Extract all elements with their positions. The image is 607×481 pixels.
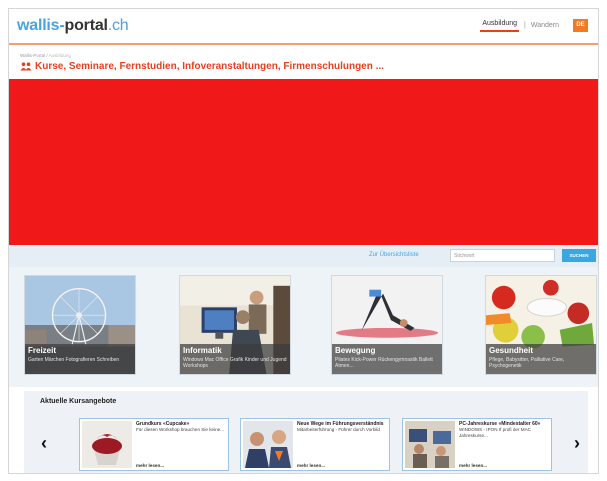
tile-title: Bewegung bbox=[335, 346, 376, 355]
tile-caption: Freizeit Garten Märchen Fotografieren Sc… bbox=[25, 344, 135, 374]
tile-title: Gesundheit bbox=[489, 346, 534, 355]
site-logo[interactable]: wallis-portal.ch bbox=[17, 17, 129, 35]
top-nav: Ausbildung | Wandern DE bbox=[480, 18, 588, 32]
tile-subtitle: Garten Märchen Fotografieren Schreiben bbox=[28, 357, 120, 363]
course-description: WINDOWS - IPON If profi der MAC Jahresku… bbox=[459, 427, 531, 438]
people-icon bbox=[20, 62, 32, 71]
course-text: Neue Wege im Führungsverständnis Mitarbe… bbox=[297, 421, 387, 433]
page-title: Kurse, Seminare, Fernstudien, Infoverans… bbox=[20, 61, 384, 72]
course-text: Grundkurs «Cupcake» Für diesen Workshop … bbox=[136, 421, 226, 433]
read-more-link[interactable]: mehr lesen... bbox=[136, 463, 164, 468]
logo-part-domain: .ch bbox=[107, 17, 129, 34]
cupcake-thumbnail-icon bbox=[82, 421, 132, 468]
read-more-link[interactable]: mehr lesen... bbox=[297, 463, 325, 468]
category-tiles: Freizeit Garten Märchen Fotografieren Sc… bbox=[9, 267, 598, 387]
category-tile-freizeit[interactable]: Freizeit Garten Märchen Fotografieren Sc… bbox=[24, 275, 136, 375]
nav-separator: | bbox=[524, 21, 526, 29]
nav-item-ausbildung[interactable]: Ausbildung bbox=[480, 18, 520, 32]
tile-caption: Bewegung Pilates Kick-Power Rückengymnas… bbox=[332, 344, 442, 374]
category-tile-informatik[interactable]: Informatik Windows Mac Office Grafik Kin… bbox=[179, 275, 291, 375]
tile-caption: Informatik Windows Mac Office Grafik Kin… bbox=[180, 344, 290, 374]
tile-subtitle: Pflege, Babysitter, Palliative Care, Psy… bbox=[489, 357, 565, 369]
carousel-next-button[interactable]: › bbox=[574, 434, 580, 452]
logo-part-wallis: wallis- bbox=[17, 17, 65, 34]
business-people-thumbnail-icon bbox=[243, 421, 293, 468]
category-tile-bewegung[interactable]: Bewegung Pilates Kick-Power Rückengymnas… bbox=[331, 275, 443, 375]
language-button[interactable]: DE bbox=[573, 18, 588, 32]
course-card-pc-jahreskurse[interactable]: PC-Jahreskurse «Mindestalter 60» WINDOWS… bbox=[402, 418, 552, 471]
tile-subtitle: Pilates Kick-Power Rückengymnastik Balle… bbox=[335, 357, 433, 369]
logo-part-portal: portal bbox=[64, 17, 108, 34]
page-title-text: Kurse, Seminare, Fernstudien, Infoverans… bbox=[35, 61, 384, 72]
course-description: Mitarbeiterführung - Führer durch Vorbil… bbox=[297, 427, 380, 432]
breadcrumb-home[interactable]: Wallis-Portal bbox=[20, 53, 45, 58]
header-divider bbox=[9, 43, 598, 45]
course-card-cupcake[interactable]: Grundkurs «Cupcake» Für diesen Workshop … bbox=[79, 418, 229, 471]
course-section-heading: Aktuelle Kursangebote bbox=[40, 398, 117, 405]
overview-list-link[interactable]: Zur Übersichtsliste bbox=[369, 252, 419, 258]
breadcrumb-current: Ausbildung bbox=[48, 53, 71, 58]
category-tile-gesundheit[interactable]: Gesundheit Pflege, Babysitter, Palliativ… bbox=[485, 275, 597, 375]
read-more-link[interactable]: mehr lesen... bbox=[459, 463, 487, 468]
search-input[interactable] bbox=[450, 249, 555, 262]
carousel-prev-button[interactable]: ‹ bbox=[41, 434, 47, 452]
hero-banner bbox=[9, 79, 598, 245]
tile-title: Freizeit bbox=[28, 346, 57, 355]
search-bar: Zur Übersichtsliste SUCHEN bbox=[9, 245, 598, 267]
site-header: wallis-portal.ch Ausbildung | Wandern DE bbox=[9, 9, 598, 45]
tile-subtitle: Windows Mac Office Grafik Kinder und Jug… bbox=[183, 357, 287, 369]
course-carousel: Aktuelle Kursangebote ‹ › Grundkurs «Cup… bbox=[24, 391, 588, 473]
breadcrumb: Wallis-Portal / Ausbildung bbox=[20, 53, 71, 58]
page: wallis-portal.ch Ausbildung | Wandern DE… bbox=[8, 8, 599, 474]
course-card-fuehrung[interactable]: Neue Wege im Führungsverständnis Mitarbe… bbox=[240, 418, 390, 471]
nav-item-wandern[interactable]: Wandern bbox=[531, 22, 559, 29]
tile-title: Informatik bbox=[183, 346, 222, 355]
course-description: Für diesen Workshop brauchen Sie keine..… bbox=[136, 427, 225, 432]
course-text: PC-Jahreskurse «Mindestalter 60» WINDOWS… bbox=[459, 421, 549, 438]
tile-caption: Gesundheit Pflege, Babysitter, Palliativ… bbox=[486, 344, 596, 374]
computer-course-thumbnail-icon bbox=[405, 421, 455, 468]
search-button[interactable]: SUCHEN bbox=[562, 249, 596, 262]
